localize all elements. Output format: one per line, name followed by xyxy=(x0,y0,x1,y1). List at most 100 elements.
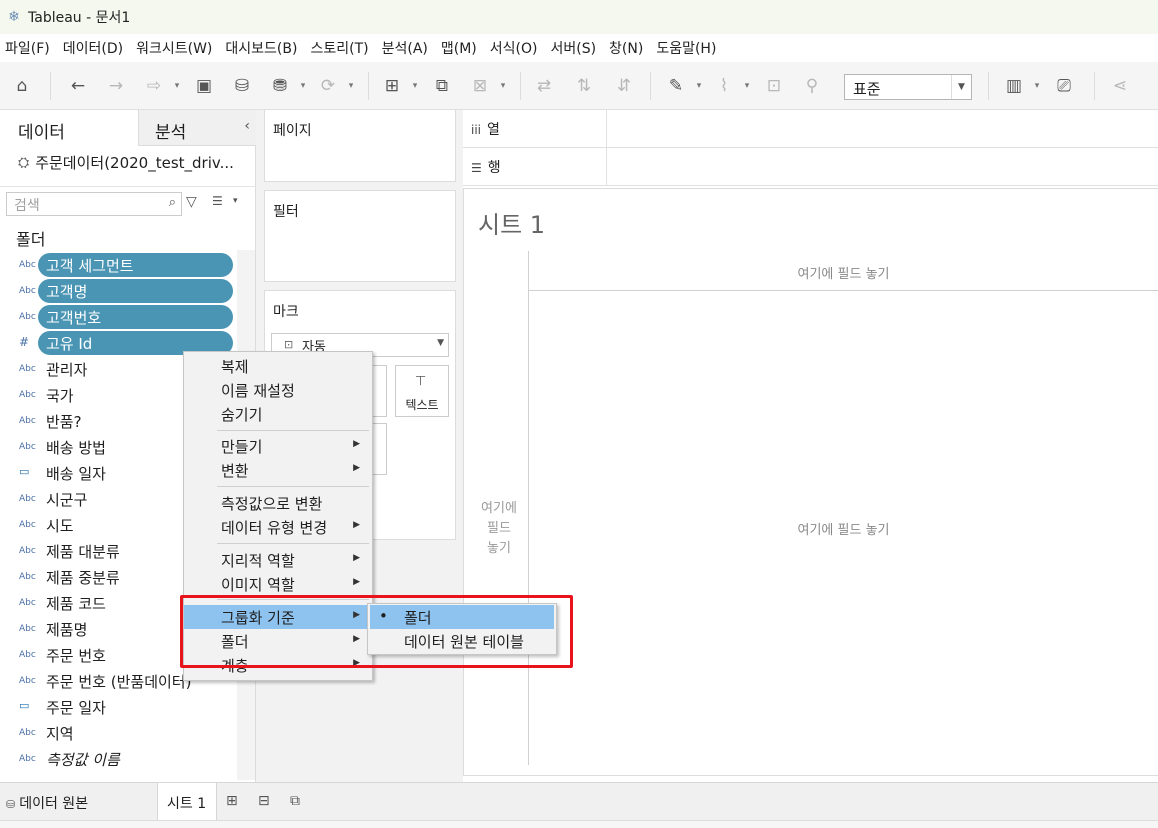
annotation-highlight-box xyxy=(180,595,573,668)
menu-item-convert-to-measure[interactable]: 측정값으로 변환 xyxy=(184,491,372,515)
menu-item-transform[interactable]: 변환 ▶ xyxy=(184,458,372,482)
menu-data[interactable]: 데이터(D) xyxy=(58,38,131,58)
menu-item-label: 지리적 역할 xyxy=(221,552,295,570)
calendar-icon: ▭ xyxy=(19,699,30,712)
field-name: 배송 방법 xyxy=(46,439,106,457)
sort-ascending-icon[interactable]: ⇅ xyxy=(572,74,596,98)
fit-select[interactable]: 표준 ▼ xyxy=(844,74,972,100)
menu-item-create[interactable]: 만들기 ▶ xyxy=(184,434,372,458)
menu-map[interactable]: 맵(M) xyxy=(436,38,485,58)
field-name: 시군구 xyxy=(46,491,88,509)
redo-icon[interactable]: ⇨ xyxy=(142,74,166,98)
pause-caret-icon[interactable]: ▾ xyxy=(298,76,308,96)
tab-data[interactable]: 데이터 xyxy=(0,110,138,146)
menu-item-duplicate[interactable]: 복제 xyxy=(184,354,372,378)
pages-card[interactable]: 페이지 xyxy=(264,110,456,182)
menu-worksheet[interactable]: 워크시트(W) xyxy=(131,38,220,58)
menu-item-label: 이미지 역할 xyxy=(221,576,295,594)
new-story-icon[interactable]: ⧉ xyxy=(290,793,300,809)
new-worksheet-icon[interactable]: ⊞ xyxy=(226,793,238,809)
tab-analysis[interactable]: 분석 ‹ xyxy=(138,110,256,146)
field-item[interactable]: Abc 지역 xyxy=(0,720,240,746)
swap-axes-icon[interactable]: ⇄ xyxy=(532,74,556,98)
calendar-icon: ▭ xyxy=(19,465,30,478)
toolbar: ⌂ ← → ⇨ ▾ ▣ ⛁ ⛃ ▾ ⟳ ▾ ⊞ ▾ ⧉ ⊠ ▾ ⇄ ⇅ ⇵ ✎ … xyxy=(0,62,1158,110)
field-item[interactable]: ▭ 주문 일자 xyxy=(0,694,240,720)
forward-icon[interactable]: → xyxy=(104,74,128,98)
text-icon: ⊤ xyxy=(415,374,427,389)
group-caret-icon[interactable]: ▾ xyxy=(742,76,752,96)
presentation-icon[interactable]: ⎚ xyxy=(1052,74,1076,98)
highlight-icon[interactable]: ✎ xyxy=(664,74,688,98)
refresh-icon[interactable]: ⟳ xyxy=(316,74,340,98)
menu-item-image-role[interactable]: 이미지 역할 ▶ xyxy=(184,572,372,596)
columns-shelf[interactable]: iii 열 xyxy=(463,110,1158,148)
duplicate-sheet-icon[interactable]: ⧉ xyxy=(430,74,454,98)
rows-text: 행 xyxy=(487,160,501,176)
highlight-caret-icon[interactable]: ▾ xyxy=(694,76,704,96)
datasource-icon: ⛁ xyxy=(6,798,16,811)
field-name: 제품 대분류 xyxy=(46,543,120,561)
field-item[interactable]: Abc 고객 세그먼트 xyxy=(0,252,240,278)
tab-analysis-label: 분석 xyxy=(155,123,187,143)
row-drop-zone[interactable]: 여기에 필드 놓기 xyxy=(474,499,524,559)
share-icon[interactable]: ⋖ xyxy=(1108,74,1132,98)
string-type-icon: Abc xyxy=(19,728,36,738)
toolbar-separator xyxy=(50,72,51,100)
menu-help[interactable]: 도움말(H) xyxy=(651,38,724,58)
show-me-icon[interactable]: ▥ xyxy=(1002,74,1026,98)
datasource-tab[interactable]: ⛁ 데이터 원본 xyxy=(6,793,88,813)
home-icon[interactable]: ⌂ xyxy=(10,74,34,98)
new-datasource-icon[interactable]: ⛁ xyxy=(230,74,254,98)
menu-window[interactable]: 창(N) xyxy=(604,38,651,58)
refresh-caret-icon[interactable]: ▾ xyxy=(346,76,356,96)
field-item[interactable]: Abc 측정값 이름 xyxy=(0,746,240,772)
list-view-icon[interactable]: ☰ xyxy=(212,194,223,208)
clear-caret-icon[interactable]: ▾ xyxy=(498,76,508,96)
save-icon[interactable]: ▣ xyxy=(192,74,216,98)
menu-item-rename[interactable]: 이름 재설정 xyxy=(184,378,372,402)
menu-item-change-data-type[interactable]: 데이터 유형 변경 ▶ xyxy=(184,515,372,539)
sheet-tabs-bar: ⛁ 데이터 원본 시트 1 ⊞ ⊟ ⧉ xyxy=(0,782,1158,821)
main-drop-text[interactable]: 여기에 필드 놓기 xyxy=(528,519,1158,538)
new-dashboard-icon[interactable]: ⊟ xyxy=(258,793,270,809)
sheet-title[interactable]: 시트 1 xyxy=(478,205,545,240)
datasource-item[interactable]: ⛭ 주문데이터(2020_test_driv... xyxy=(18,152,234,173)
menu-format[interactable]: 서식(O) xyxy=(485,38,546,58)
tab-sheet-1[interactable]: 시트 1 xyxy=(157,783,217,821)
view-caret-icon[interactable]: ▾ xyxy=(233,196,238,206)
sheet-canvas[interactable]: 시트 1 여기에 필드 놓기 여기에 필드 놓기 여기에 필드 놓기 xyxy=(463,188,1158,776)
back-icon[interactable]: ← xyxy=(66,74,90,98)
menu-file[interactable]: 파일(F) xyxy=(0,38,58,58)
filters-card[interactable]: 필터 xyxy=(264,190,456,282)
menu-item-label: 복제 xyxy=(221,358,249,376)
menu-item-geographic-role[interactable]: 지리적 역할 ▶ xyxy=(184,548,372,572)
submenu-arrow-icon: ▶ xyxy=(353,439,360,449)
field-item[interactable]: Abc 고객번호 xyxy=(0,304,240,330)
menu-item-hide[interactable]: 숨기기 xyxy=(184,402,372,426)
collapse-pane-icon[interactable]: ‹ xyxy=(244,118,250,134)
redo-caret-icon[interactable]: ▾ xyxy=(172,76,182,96)
show-labels-icon[interactable]: ⊡ xyxy=(762,74,786,98)
clear-sheet-icon[interactable]: ⊠ xyxy=(468,74,492,98)
menu-story[interactable]: 스토리(T) xyxy=(305,38,376,58)
search-input[interactable]: 검색 ⌕ xyxy=(6,192,182,216)
menu-dashboard[interactable]: 대시보드(B) xyxy=(220,38,305,58)
pause-update-icon[interactable]: ⛃ xyxy=(268,74,292,98)
filter-icon[interactable]: ▽ xyxy=(186,194,197,210)
menu-server[interactable]: 서버(S) xyxy=(545,38,604,58)
rows-shelf[interactable]: ☰ 행 xyxy=(463,148,1158,186)
field-name: 제품 코드 xyxy=(46,595,106,613)
text-mark-button[interactable]: ⊤ 텍스트 xyxy=(395,365,449,417)
column-drop-zone[interactable]: 여기에 필드 놓기 xyxy=(528,251,1158,291)
show-me-caret-icon[interactable]: ▾ xyxy=(1032,76,1042,96)
new-worksheet-caret-icon[interactable]: ▾ xyxy=(410,76,420,96)
string-type-icon: Abc xyxy=(19,650,36,660)
menu-analysis[interactable]: 분석(A) xyxy=(377,38,436,58)
group-icon[interactable]: ⌇ xyxy=(712,74,736,98)
text-mark-label: 텍스트 xyxy=(405,398,439,412)
new-worksheet-icon[interactable]: ⊞ xyxy=(380,74,404,98)
sort-descending-icon[interactable]: ⇵ xyxy=(612,74,636,98)
fix-axes-icon[interactable]: ⚲ xyxy=(800,74,824,98)
field-item[interactable]: Abc 고객명 xyxy=(0,278,240,304)
